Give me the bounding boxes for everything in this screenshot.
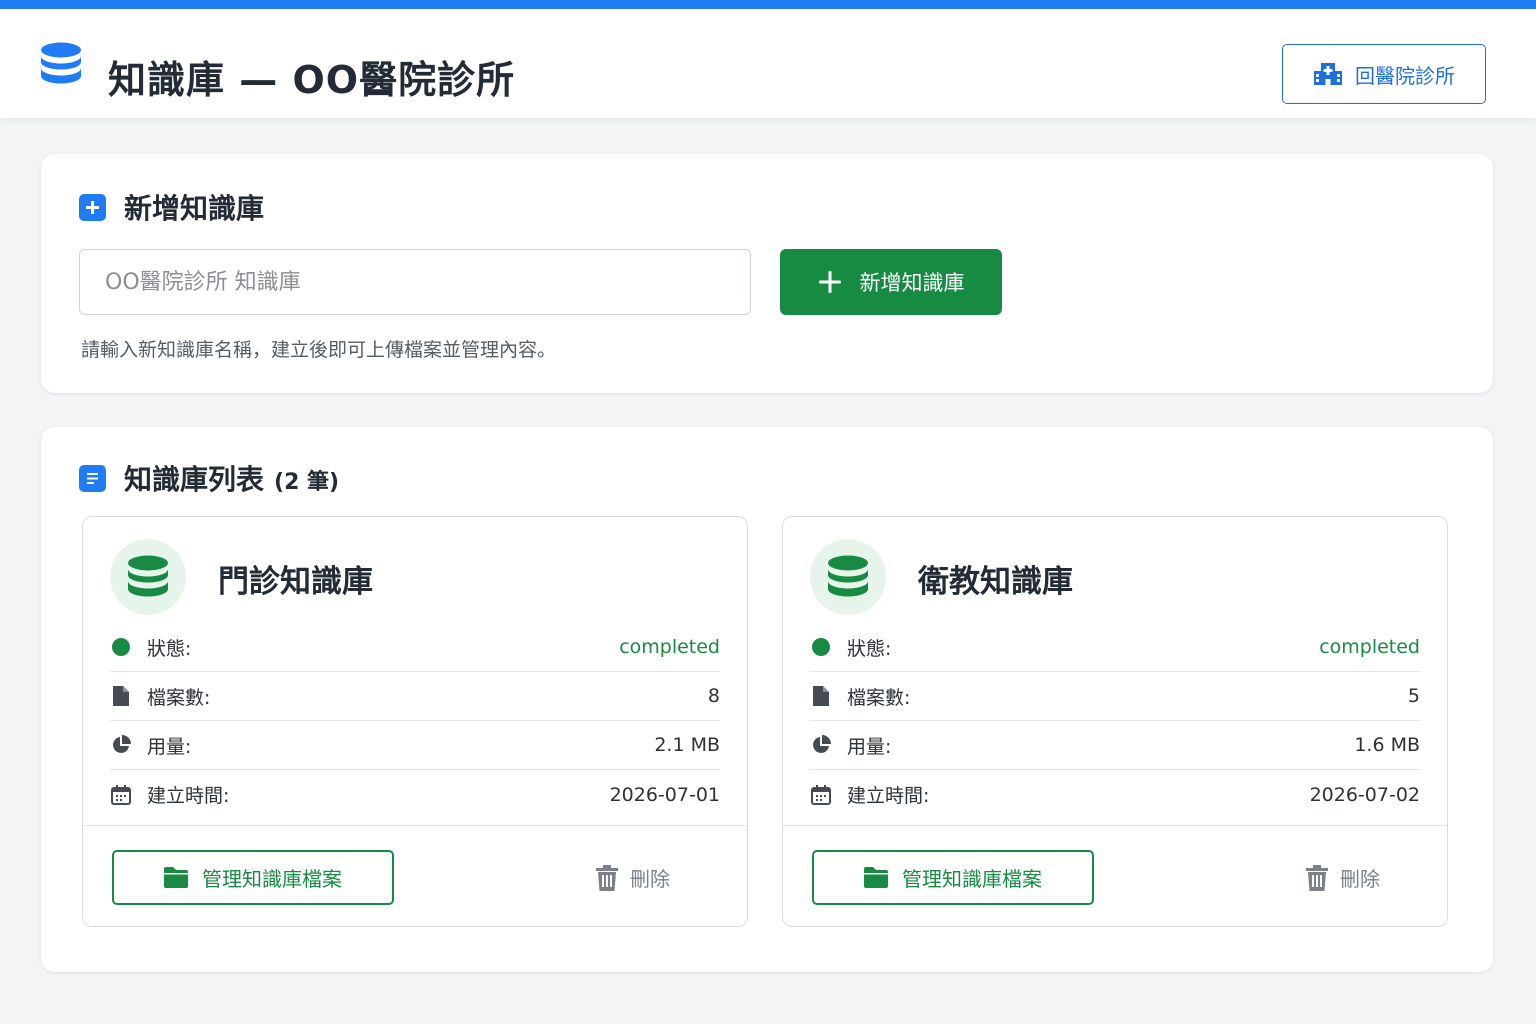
top-header: 知識庫 — OO醫院診所 回醫院診所 [0, 0, 1536, 118]
add-button-label: 新增知識庫 [859, 271, 965, 295]
usage-value: 2.1 MB [654, 734, 720, 756]
folder-icon [164, 867, 188, 888]
file-count-row: 檔案數: 5 [810, 672, 1420, 721]
database-icon [41, 42, 81, 84]
knowledge-base-name: 衛教知識庫 [918, 564, 1073, 600]
created-time-value: 2026-07-02 [1309, 783, 1420, 806]
created-time-label: 建立時間: [847, 785, 930, 807]
add-knowledge-base-card: 新增知識庫 新增知識庫 請輸入新知識庫名稱，建立後即可上傳檔案並管理內容。 [41, 154, 1493, 393]
file-count-label: 檔案數: [147, 686, 211, 709]
file-icon [110, 685, 132, 707]
trash-icon [1306, 864, 1328, 891]
hospital-icon [1314, 63, 1342, 85]
delete-label: 刪除 [1340, 867, 1380, 891]
add-knowledge-base-button[interactable]: 新增知識庫 [780, 249, 1002, 315]
knowledge-base-card: 門診知識庫 狀態: completed 檔案數: 8 用量: 2.1 MB 建立… [82, 516, 748, 927]
pie-chart-icon [810, 734, 832, 756]
calendar-icon [110, 784, 132, 806]
database-icon [128, 555, 168, 597]
pie-chart-icon [110, 734, 132, 756]
back-button-label: 回醫院診所 [1355, 63, 1455, 88]
knowledge-base-details: 狀態: completed 檔案數: 5 用量: 1.6 MB 建立時間: 20… [810, 623, 1420, 819]
created-time-label: 建立時間: [147, 785, 230, 807]
calendar-icon [810, 784, 832, 806]
file-icon [810, 685, 832, 707]
manage-files-button[interactable]: 管理知識庫檔案 [812, 850, 1094, 905]
manage-files-label: 管理知識庫檔案 [902, 867, 1042, 891]
manage-files-button[interactable]: 管理知識庫檔案 [112, 850, 394, 905]
delete-button[interactable]: 刪除 [1283, 850, 1403, 905]
file-count-value: 5 [1407, 685, 1420, 707]
list-count: (2 筆) [274, 470, 340, 495]
status-value: completed [619, 636, 720, 658]
add-section-heading: 新增知識庫 [79, 187, 264, 227]
knowledge-base-card: 衛教知識庫 狀態: completed 檔案數: 5 用量: 1.6 MB 建立… [782, 516, 1448, 927]
status-row: 狀態: completed [810, 623, 1420, 672]
status-value: completed [1319, 636, 1420, 658]
usage-label: 用量: [147, 735, 192, 758]
created-time-value: 2026-07-01 [609, 783, 720, 806]
page-title: 知識庫 — OO醫院診所 [108, 58, 516, 102]
delete-label: 刪除 [630, 867, 670, 891]
status-label: 狀態: [847, 637, 892, 660]
created-time-row: 建立時間: 2026-07-02 [810, 770, 1420, 819]
plus-square-icon [79, 193, 106, 221]
card-divider [83, 825, 747, 826]
status-row: 狀態: completed [110, 623, 720, 672]
status-dot-icon [110, 636, 132, 658]
trash-icon [596, 864, 618, 891]
delete-button[interactable]: 刪除 [573, 850, 693, 905]
knowledge-base-details: 狀態: completed 檔案數: 8 用量: 2.1 MB 建立時間: 20… [110, 623, 720, 819]
back-to-hospital-button[interactable]: 回醫院診所 [1282, 44, 1486, 104]
add-section-title: 新增知識庫 [124, 192, 265, 225]
knowledge-base-name-input[interactable] [79, 249, 751, 315]
list-icon [79, 464, 106, 492]
database-icon [828, 555, 868, 597]
list-section-title: 知識庫列表 [124, 463, 265, 496]
list-section-heading: 知識庫列表 (2 筆) [79, 458, 339, 498]
knowledge-base-list-card: 知識庫列表 (2 筆) 門診知識庫 狀態: completed 檔案數: 8 用量… [41, 427, 1493, 972]
status-label: 狀態: [147, 637, 192, 660]
database-avatar [110, 539, 186, 615]
usage-label: 用量: [847, 735, 892, 758]
folder-icon [864, 867, 888, 888]
database-avatar [810, 539, 886, 615]
file-count-label: 檔案數: [847, 686, 911, 709]
usage-row: 用量: 1.6 MB [810, 721, 1420, 770]
plus-icon [818, 271, 841, 293]
card-divider [783, 825, 1447, 826]
helper-text: 請輸入新知識庫名稱，建立後即可上傳檔案並管理內容。 [81, 339, 557, 361]
file-count-row: 檔案數: 8 [110, 672, 720, 721]
file-count-value: 8 [707, 685, 720, 707]
usage-value: 1.6 MB [1354, 734, 1420, 756]
status-dot-icon [810, 636, 832, 658]
manage-files-label: 管理知識庫檔案 [202, 867, 342, 891]
knowledge-base-name: 門診知識庫 [218, 564, 373, 600]
usage-row: 用量: 2.1 MB [110, 721, 720, 770]
created-time-row: 建立時間: 2026-07-01 [110, 770, 720, 819]
